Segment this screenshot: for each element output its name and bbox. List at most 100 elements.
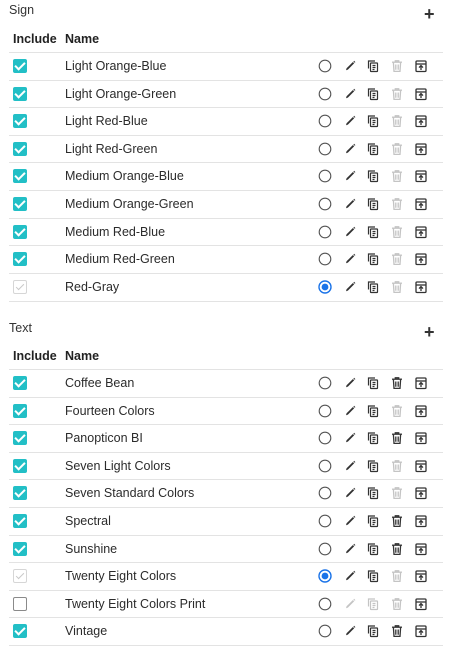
add-palette-button[interactable]: +: [424, 5, 435, 23]
include-checkbox[interactable]: [13, 87, 27, 101]
include-checkbox[interactable]: [13, 197, 27, 211]
edit-button[interactable]: [342, 568, 358, 584]
edit-button[interactable]: [342, 113, 358, 129]
copy-button[interactable]: [365, 86, 381, 102]
delete-button[interactable]: [389, 375, 405, 391]
delete-button[interactable]: [389, 513, 405, 529]
add-palette-button[interactable]: +: [424, 323, 435, 341]
default-radio[interactable]: [317, 251, 333, 267]
include-checkbox[interactable]: [13, 142, 27, 156]
copy-button[interactable]: [365, 541, 381, 557]
edit-button[interactable]: [342, 458, 358, 474]
export-button[interactable]: [413, 86, 429, 102]
copy-button[interactable]: [365, 513, 381, 529]
trash-icon: [389, 568, 405, 584]
export-button[interactable]: [413, 251, 429, 267]
include-checkbox[interactable]: [13, 542, 27, 556]
default-radio[interactable]: [317, 541, 333, 557]
export-button[interactable]: [413, 458, 429, 474]
edit-button[interactable]: [342, 168, 358, 184]
include-checkbox[interactable]: [13, 514, 27, 528]
default-radio[interactable]: [317, 623, 333, 639]
copy-button[interactable]: [365, 113, 381, 129]
edit-button[interactable]: [342, 541, 358, 557]
edit-button[interactable]: [342, 430, 358, 446]
export-button[interactable]: [413, 375, 429, 391]
delete-button[interactable]: [389, 623, 405, 639]
copy-button[interactable]: [365, 141, 381, 157]
default-radio[interactable]: [317, 568, 333, 584]
edit-button[interactable]: [342, 224, 358, 240]
copy-button[interactable]: [365, 58, 381, 74]
default-radio[interactable]: [317, 375, 333, 391]
copy-button[interactable]: [365, 196, 381, 212]
edit-button[interactable]: [342, 485, 358, 501]
export-button[interactable]: [413, 541, 429, 557]
delete-button[interactable]: [389, 430, 405, 446]
export-button[interactable]: [413, 513, 429, 529]
export-button[interactable]: [413, 279, 429, 295]
copy-button[interactable]: [365, 403, 381, 419]
default-radio[interactable]: [317, 141, 333, 157]
default-radio[interactable]: [317, 430, 333, 446]
include-checkbox[interactable]: [13, 59, 27, 73]
edit-button[interactable]: [342, 86, 358, 102]
export-button[interactable]: [413, 596, 429, 612]
edit-button[interactable]: [342, 403, 358, 419]
export-button[interactable]: [413, 141, 429, 157]
include-checkbox[interactable]: [13, 597, 27, 611]
default-radio[interactable]: [317, 86, 333, 102]
copy-button[interactable]: [365, 568, 381, 584]
include-checkbox[interactable]: [13, 376, 27, 390]
default-radio[interactable]: [317, 168, 333, 184]
radio-icon: [317, 168, 333, 184]
default-radio[interactable]: [317, 224, 333, 240]
export-button[interactable]: [413, 623, 429, 639]
default-radio[interactable]: [317, 596, 333, 612]
default-radio[interactable]: [317, 58, 333, 74]
default-radio[interactable]: [317, 513, 333, 529]
export-button[interactable]: [413, 430, 429, 446]
export-button[interactable]: [413, 113, 429, 129]
include-checkbox[interactable]: [13, 114, 27, 128]
default-radio[interactable]: [317, 279, 333, 295]
include-checkbox[interactable]: [13, 225, 27, 239]
include-checkbox[interactable]: [13, 459, 27, 473]
default-radio[interactable]: [317, 113, 333, 129]
export-button[interactable]: [413, 58, 429, 74]
include-checkbox[interactable]: [13, 624, 27, 638]
export-button[interactable]: [413, 403, 429, 419]
delete-button[interactable]: [389, 541, 405, 557]
edit-button[interactable]: [342, 513, 358, 529]
export-button[interactable]: [413, 568, 429, 584]
copy-button[interactable]: [365, 485, 381, 501]
include-checkbox[interactable]: [13, 486, 27, 500]
default-radio[interactable]: [317, 196, 333, 212]
copy-button[interactable]: [365, 168, 381, 184]
copy-button[interactable]: [365, 251, 381, 267]
copy-button[interactable]: [365, 279, 381, 295]
export-button[interactable]: [413, 196, 429, 212]
edit-button[interactable]: [342, 141, 358, 157]
edit-button[interactable]: [342, 375, 358, 391]
export-button[interactable]: [413, 168, 429, 184]
export-button[interactable]: [413, 485, 429, 501]
copy-button[interactable]: [365, 623, 381, 639]
edit-button[interactable]: [342, 251, 358, 267]
default-radio[interactable]: [317, 403, 333, 419]
include-checkbox[interactable]: [13, 404, 27, 418]
default-radio[interactable]: [317, 458, 333, 474]
copy-button[interactable]: [365, 430, 381, 446]
default-radio[interactable]: [317, 485, 333, 501]
edit-button[interactable]: [342, 279, 358, 295]
edit-button[interactable]: [342, 58, 358, 74]
copy-button[interactable]: [365, 375, 381, 391]
copy-button[interactable]: [365, 224, 381, 240]
edit-button[interactable]: [342, 196, 358, 212]
include-checkbox[interactable]: [13, 252, 27, 266]
edit-button[interactable]: [342, 623, 358, 639]
copy-button[interactable]: [365, 458, 381, 474]
export-button[interactable]: [413, 224, 429, 240]
include-checkbox[interactable]: [13, 431, 27, 445]
include-checkbox[interactable]: [13, 169, 27, 183]
